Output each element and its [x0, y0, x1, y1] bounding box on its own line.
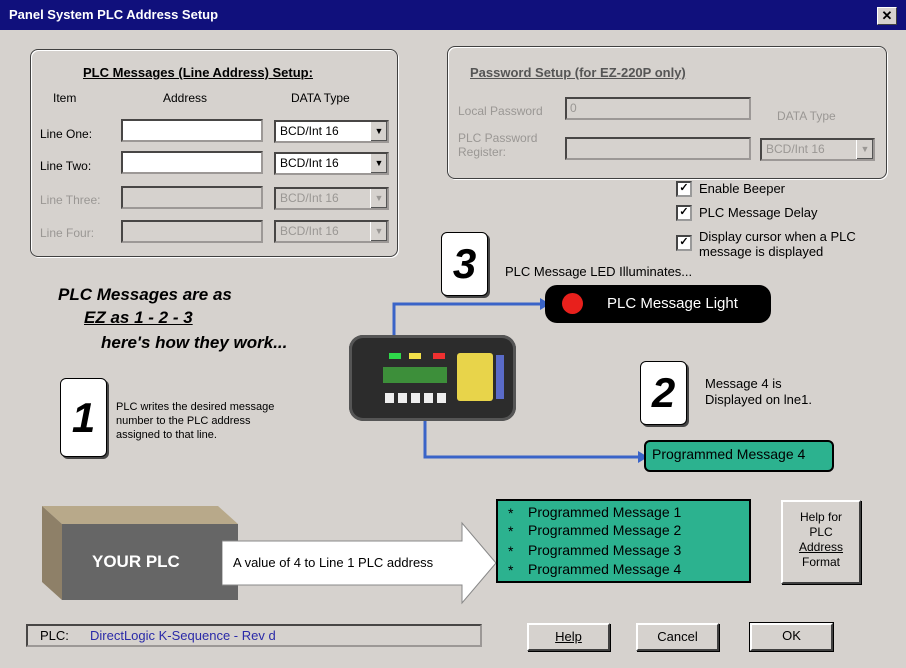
list-item: Programmed Message 3 — [528, 542, 682, 558]
plc-status-value: DirectLogic K-Sequence - Rev d — [90, 628, 276, 643]
help-address-format-button[interactable]: Help for PLC Address Format — [781, 500, 861, 584]
list-item: Programmed Message 1 — [528, 504, 682, 520]
plc-status-field: PLC: DirectLogic K-Sequence - Rev d — [26, 624, 482, 647]
list-bullet: * — [508, 505, 514, 521]
device-side-keys — [496, 355, 504, 399]
list-item: Programmed Message 2 — [528, 522, 682, 538]
list-bullet: * — [508, 562, 514, 578]
help-format-line-2: PLC — [809, 525, 833, 539]
step-3-number: 3 — [441, 232, 488, 296]
led-icon — [562, 293, 583, 314]
help-format-line-4: Format — [801, 555, 840, 569]
step-1-text-3: assigned to that line. — [116, 429, 217, 441]
help-format-line-1: Help for — [799, 510, 843, 524]
your-plc-label: YOUR PLC — [92, 552, 180, 571]
plc-status-label: PLC: — [40, 628, 69, 643]
device-led-red — [433, 353, 445, 359]
value-arrow-text: A value of 4 to Line 1 PLC address — [233, 555, 434, 570]
plc-message-light-label: PLC Message Light — [607, 295, 738, 312]
operator-panel-device — [349, 335, 516, 421]
step-3-text: PLC Message LED Illuminates... — [505, 264, 693, 279]
step-2-number: 2 — [640, 361, 687, 425]
plc-message-light: PLC Message Light — [545, 285, 771, 323]
programmed-message-display: Programmed Message 4 — [644, 440, 834, 472]
device-keypad — [457, 353, 493, 401]
help-button-label: Help — [555, 629, 582, 644]
step-1-number: 1 — [60, 378, 107, 457]
device-function-keys — [385, 393, 449, 403]
help-button[interactable]: Help — [527, 623, 610, 651]
ok-button-label: OK — [782, 628, 801, 643]
device-lcd — [383, 367, 447, 383]
cancel-button[interactable]: Cancel — [636, 623, 719, 651]
device-led-green — [389, 353, 401, 359]
cancel-button-label: Cancel — [657, 629, 698, 644]
step-2-text-2: Displayed on lne1. — [705, 392, 812, 407]
step-1-text-1: PLC writes the desired message — [116, 401, 275, 413]
list-bullet: * — [508, 523, 514, 539]
list-item: Programmed Message 4 — [528, 561, 682, 577]
step-1-text-2: number to the PLC address — [116, 415, 251, 427]
help-format-line-3: Address — [798, 540, 844, 554]
step-2-text-1: Message 4 is — [705, 376, 782, 391]
ok-button[interactable]: OK — [749, 622, 834, 652]
programmed-message-list: * Programmed Message 1 * Programmed Mess… — [496, 499, 751, 583]
programmed-message-display-text: Programmed Message 4 — [652, 446, 806, 462]
device-led-yellow — [409, 353, 421, 359]
list-bullet: * — [508, 543, 514, 559]
